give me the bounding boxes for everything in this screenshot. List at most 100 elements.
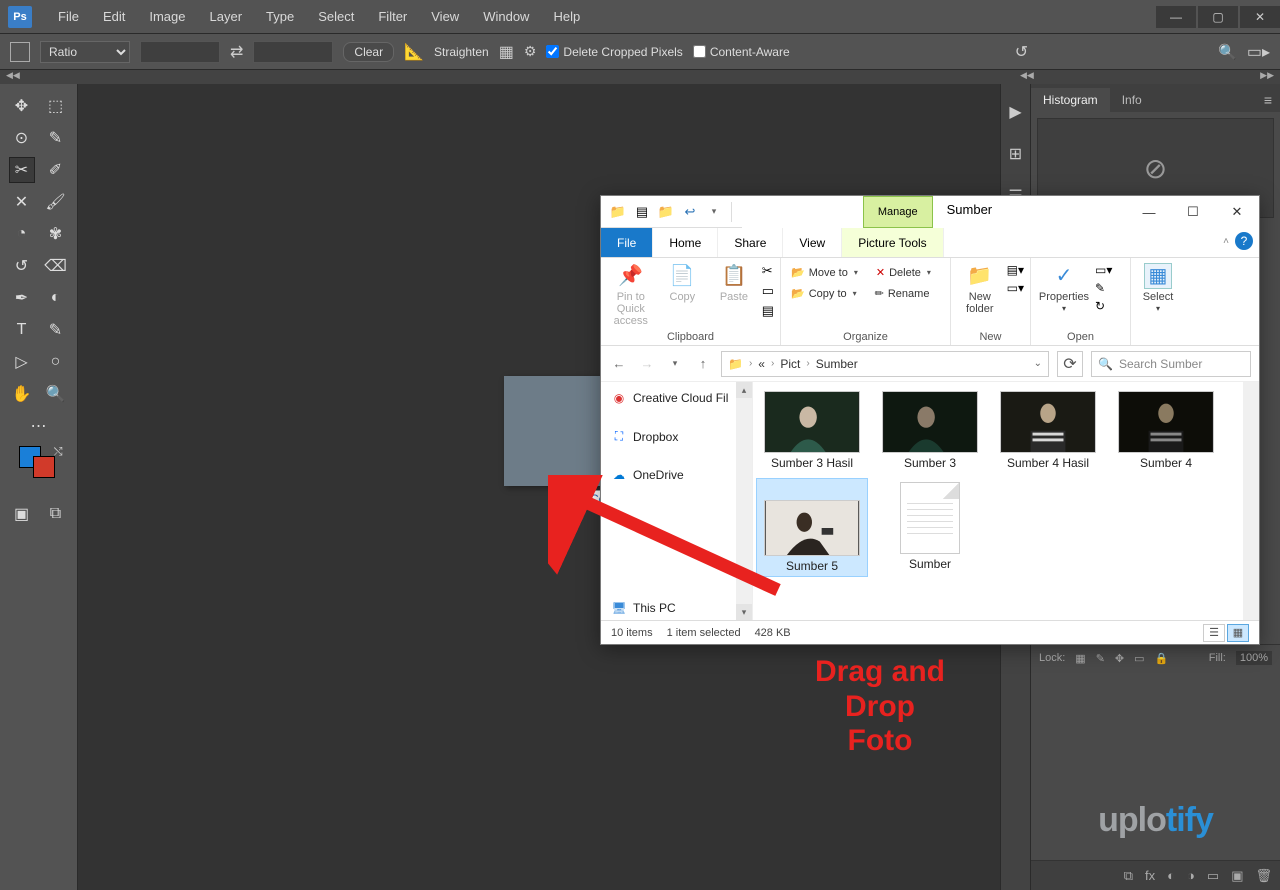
- crop-width-input[interactable]: [140, 41, 220, 63]
- color-swatches[interactable]: ⤭: [19, 446, 59, 486]
- right-panel-collapse-icon[interactable]: ▶▶: [1260, 70, 1280, 84]
- explorer-titlebar[interactable]: 📁 ▤ 📁 ↩ ▾ Picture Tools Manage Sumber — …: [601, 196, 1259, 228]
- sidebar-item-this-pc[interactable]: 🖥This PC: [601, 596, 686, 620]
- search-icon[interactable]: 🔍: [1218, 43, 1237, 61]
- file-item[interactable]: Sumber 3 Hasil: [757, 388, 867, 473]
- tab-histogram[interactable]: Histogram: [1031, 88, 1110, 112]
- healing-tool[interactable]: ◔: [10, 222, 34, 246]
- more-tools[interactable]: ⋯: [27, 414, 51, 438]
- gradient-tool[interactable]: ◐: [44, 286, 68, 310]
- right-strip-expand-icon[interactable]: ◀◀: [1020, 70, 1050, 84]
- search-box[interactable]: 🔍 Search Sumber: [1091, 351, 1251, 377]
- swap-colors-icon[interactable]: ⤭: [54, 446, 63, 459]
- workspace-switcher-icon[interactable]: ▭▸: [1247, 42, 1270, 62]
- eyedropper-tool[interactable]: ✐: [44, 158, 68, 182]
- pin-to-quick-access-button[interactable]: 📌Pin to Quick access: [607, 261, 655, 327]
- frame-tool[interactable]: ✕: [10, 190, 34, 214]
- tab-info[interactable]: Info: [1110, 88, 1154, 112]
- lock-all-icon[interactable]: 🔒: [1155, 652, 1169, 665]
- qat-undo-icon[interactable]: ↩: [681, 203, 699, 221]
- straighten-label[interactable]: Straighten: [434, 45, 489, 59]
- path-tool[interactable]: ✎: [44, 318, 68, 342]
- scroll-down-icon[interactable]: ▾: [736, 604, 752, 620]
- scroll-up-icon[interactable]: ▴: [736, 382, 752, 398]
- ribbon-tab-file[interactable]: File: [601, 228, 653, 257]
- paste-button[interactable]: 📋Paste: [710, 261, 758, 303]
- menu-help[interactable]: Help: [541, 5, 592, 28]
- marquee-tool[interactable]: ⬚: [44, 94, 68, 118]
- rename-button[interactable]: ✏Rename: [871, 286, 934, 301]
- explorer-minimize-button[interactable]: —: [1127, 196, 1171, 228]
- nav-back-button[interactable]: ←: [609, 354, 629, 374]
- zoom-tool[interactable]: 🔍: [44, 382, 68, 406]
- copy-path-icon[interactable]: ▭: [762, 283, 774, 299]
- address-dropdown-icon[interactable]: ⌄: [1034, 358, 1042, 369]
- file-list-scrollbar[interactable]: [1243, 382, 1259, 620]
- qat-properties-icon[interactable]: ▤: [633, 203, 651, 221]
- toolbox-expand-icon[interactable]: ◀◀: [0, 70, 78, 84]
- play-icon[interactable]: ▶: [1009, 102, 1021, 122]
- path-segment-pict[interactable]: Pict: [780, 357, 800, 371]
- new-layer-icon[interactable]: ▣: [1231, 868, 1243, 884]
- lock-transparency-icon[interactable]: ▦: [1075, 652, 1085, 665]
- reset-crop-icon[interactable]: ↺: [1015, 42, 1028, 62]
- file-item[interactable]: Sumber: [875, 479, 985, 576]
- paste-shortcut-icon[interactable]: ▤: [762, 303, 774, 319]
- content-aware-checkbox[interactable]: Content-Aware: [693, 45, 790, 59]
- lock-image-icon[interactable]: ✎: [1096, 652, 1105, 665]
- delete-cropped-checkbox[interactable]: Delete Cropped Pixels: [546, 45, 682, 59]
- ps-minimize-button[interactable]: —: [1156, 6, 1196, 28]
- sidebar-item-dropbox[interactable]: ⛶Dropbox: [601, 424, 752, 449]
- menu-filter[interactable]: Filter: [366, 5, 419, 28]
- delete-button[interactable]: ✕Delete▾: [872, 265, 935, 280]
- file-item-selected[interactable]: Sumber 5: [757, 479, 867, 576]
- sidebar-item-creative-cloud[interactable]: ◉Creative Cloud Fil: [601, 386, 752, 410]
- straighten-icon[interactable]: 📐: [404, 42, 424, 62]
- refresh-button[interactable]: ⟳: [1057, 351, 1083, 377]
- menu-layer[interactable]: Layer: [198, 5, 255, 28]
- quickmask-tool[interactable]: ▣: [10, 502, 34, 526]
- adjustment-layer-icon[interactable]: ◑: [1187, 868, 1195, 883]
- path-segment-sumber[interactable]: Sumber: [816, 357, 858, 371]
- copy-to-button[interactable]: 📂Copy to▾: [787, 286, 861, 301]
- menu-file[interactable]: File: [46, 5, 91, 28]
- brush-tool[interactable]: 🖌: [44, 190, 68, 214]
- lock-artboard-icon[interactable]: ▭: [1134, 652, 1144, 665]
- new-item-icon[interactable]: ▤▾: [1007, 263, 1024, 277]
- history-icon[interactable]: ↻: [1095, 299, 1112, 313]
- link-layers-icon[interactable]: ⧉: [1124, 868, 1133, 884]
- pen-tool[interactable]: ✒: [10, 286, 34, 310]
- quick-select-tool[interactable]: ✎: [44, 126, 68, 150]
- mask-icon[interactable]: ◐: [1167, 868, 1175, 883]
- lasso-tool[interactable]: ⊙: [10, 126, 34, 150]
- qat-customize-icon[interactable]: ▾: [705, 203, 723, 221]
- crop-height-input[interactable]: [253, 41, 333, 63]
- eraser-tool[interactable]: ⌫: [44, 254, 68, 278]
- address-bar[interactable]: 📁 › « › Pict › Sumber ⌄: [721, 351, 1049, 377]
- ribbon-tab-home[interactable]: Home: [653, 228, 718, 257]
- nav-recent-dropdown[interactable]: ▾: [665, 354, 685, 374]
- cut-icon[interactable]: ✂: [762, 263, 774, 279]
- clear-button[interactable]: Clear: [343, 42, 394, 62]
- menu-edit[interactable]: Edit: [91, 5, 137, 28]
- properties-button[interactable]: ✓Properties▾: [1037, 261, 1091, 314]
- fx-icon[interactable]: fx: [1145, 868, 1155, 883]
- menu-view[interactable]: View: [419, 5, 471, 28]
- menu-select[interactable]: Select: [306, 5, 366, 28]
- explorer-maximize-button[interactable]: ☐: [1171, 196, 1215, 228]
- file-item[interactable]: Sumber 3: [875, 388, 985, 473]
- view-thumbnails-button[interactable]: ▦: [1227, 624, 1249, 642]
- crop-tool[interactable]: ✂: [10, 158, 34, 182]
- menu-window[interactable]: Window: [471, 5, 541, 28]
- properties-icon[interactable]: ⊞: [1009, 144, 1022, 164]
- menu-type[interactable]: Type: [254, 5, 306, 28]
- move-tool[interactable]: ✥: [10, 94, 34, 118]
- ps-close-button[interactable]: ✕: [1240, 6, 1280, 28]
- file-explorer-window[interactable]: 📁 ▤ 📁 ↩ ▾ Picture Tools Manage Sumber — …: [600, 195, 1260, 645]
- ribbon-tab-share[interactable]: Share: [718, 228, 783, 257]
- history-brush-tool[interactable]: ↺: [10, 254, 34, 278]
- ps-maximize-button[interactable]: ▢: [1198, 6, 1238, 28]
- file-item[interactable]: Sumber 4: [1111, 388, 1221, 473]
- menu-image[interactable]: Image: [137, 5, 197, 28]
- new-folder-button[interactable]: 📁New folder: [957, 261, 1003, 315]
